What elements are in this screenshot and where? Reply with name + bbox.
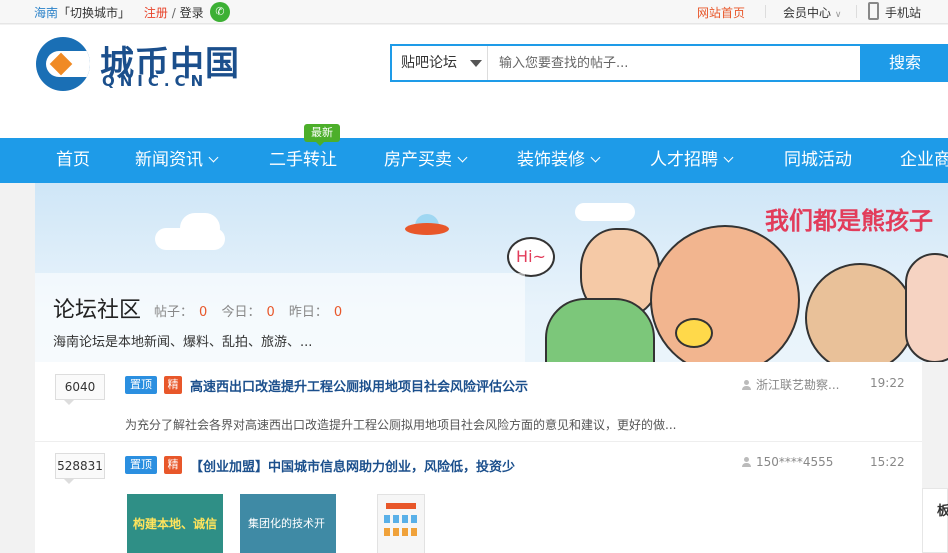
post-thumbnail[interactable]	[377, 494, 425, 553]
divider	[856, 5, 857, 18]
search-bar: 贴吧论坛 搜索	[390, 44, 948, 82]
reply-count: 528831	[55, 453, 105, 484]
featured-tag: 精	[164, 376, 182, 394]
nav-label: 二手转让	[269, 150, 337, 170]
mobile-site-link[interactable]: 手机站	[885, 4, 921, 21]
search-input[interactable]	[489, 46, 859, 80]
post-author[interactable]: 150****4555	[742, 455, 833, 469]
nav-item-business[interactable]: 企业商	[900, 138, 948, 183]
nav-label: 人才招聘	[650, 150, 718, 170]
cloud-decoration	[180, 213, 220, 243]
post-thumbnail[interactable]: 集团化的技术开	[240, 494, 336, 553]
featured-tag: 精	[164, 456, 182, 474]
top-bar: 海南「切换城市」 注册 / 登录 ✆ 网站首页 会员中心 ∨ 手机站	[0, 0, 948, 24]
divider	[765, 5, 766, 18]
post-list: 6040 置顶 精 高速西出口改造提升工程公厕拟用地项目社会风险评估公示 浙江联…	[35, 362, 922, 553]
top-bar-left: 海南「切换城市」 注册 / 登录	[34, 4, 204, 21]
chevron-down-icon	[457, 152, 468, 163]
register-link[interactable]: 注册	[144, 6, 168, 20]
side-panel: 板	[922, 488, 948, 553]
cartoon-character-bald	[650, 225, 800, 362]
member-center-label: 会员中心	[783, 6, 832, 20]
nav-item-news[interactable]: 新闻资讯	[135, 138, 219, 183]
thumbnail-caption: 集团化的技术开	[248, 517, 325, 530]
cartoon-character-girl	[905, 253, 948, 362]
user-icon	[742, 380, 751, 390]
nav-label: 新闻资讯	[135, 150, 203, 170]
nav-item-decoration[interactable]: 装饰装修	[517, 138, 601, 183]
post-author[interactable]: 浙江联艺勘察...	[742, 376, 839, 393]
forum-stats: 帖子： 0 今日： 0 昨日： 0	[154, 301, 352, 320]
thumbnail-graphic	[386, 503, 416, 509]
search-category-select[interactable]: 贴吧论坛	[392, 46, 488, 80]
post-time: 15:22	[870, 455, 905, 469]
posts-label: 帖子：	[154, 305, 194, 320]
duck-icon	[675, 318, 713, 348]
wechat-icon[interactable]: ✆	[210, 2, 230, 22]
post-author-name: 150****4555	[756, 455, 834, 469]
separator: /	[171, 6, 176, 20]
user-icon	[742, 457, 751, 467]
search-category-label: 贴吧论坛	[401, 55, 457, 71]
caret-down-icon	[470, 60, 482, 67]
nav-label: 企业商	[900, 150, 948, 170]
cartoon-bear	[805, 263, 915, 362]
reply-count: 6040	[55, 374, 105, 405]
banner-slogan: 我们都是熊孩子	[765, 207, 933, 235]
pinned-tag: 置顶	[125, 376, 157, 394]
today-label: 今日：	[221, 305, 261, 320]
list-item: 6040 置顶 精 高速西出口改造提升工程公厕拟用地项目社会风险评估公示 浙江联…	[35, 362, 922, 442]
side-panel-label: 板	[937, 504, 948, 519]
new-badge: 最新	[304, 124, 340, 146]
post-thumbnail[interactable]: 构建本地、诚信	[127, 494, 223, 553]
post-title-link[interactable]: 高速西出口改造提升工程公厕拟用地项目社会风险评估公示	[190, 376, 528, 395]
thumbnail-caption: 构建本地、诚信	[127, 512, 223, 536]
list-item: 528831 置顶 精 【创业加盟】中国城市信息网助力创业，风险低，投资少 15…	[35, 442, 922, 553]
hi-bubble: Hi~	[507, 237, 555, 277]
search-button[interactable]: 搜索	[860, 44, 948, 82]
post-summary[interactable]: 为充分了解社会各界对高速西出口改造提升工程公厕拟用地项目社会风险方面的意见和建议…	[125, 416, 676, 433]
post-author-name: 浙江联艺勘察...	[756, 378, 840, 392]
yesterday-label: 昨日：	[288, 305, 328, 320]
login-link[interactable]: 登录	[180, 6, 204, 20]
thumbnail-graphic	[384, 528, 418, 536]
post-title-link[interactable]: 【创业加盟】中国城市信息网助力创业，风险低，投资少	[190, 456, 515, 475]
posts-count: 0	[199, 305, 208, 320]
nav-label: 装饰装修	[517, 150, 585, 170]
nav-item-secondhand[interactable]: 二手转让	[269, 138, 337, 183]
chevron-down-icon: ∨	[834, 10, 842, 20]
nav-label: 房产买卖	[384, 150, 452, 170]
logo-icon[interactable]	[36, 37, 90, 91]
nav-item-events[interactable]: 同城活动	[784, 138, 852, 183]
cloud-decoration	[575, 203, 635, 221]
chevron-down-icon	[208, 152, 219, 163]
phone-icon	[868, 2, 879, 20]
forum-description: 海南论坛是本地新闻、爆料、乱拍、旅游、...	[53, 335, 313, 350]
logo-subtext: QNIC.CN	[102, 72, 209, 90]
member-center-menu[interactable]: 会员中心 ∨	[783, 4, 841, 21]
thumbnail-graphic	[384, 515, 418, 523]
nav-label: 同城活动	[784, 150, 852, 170]
chevron-down-icon	[723, 152, 734, 163]
nav-item-home[interactable]: 首页	[56, 138, 90, 183]
nav-label: 首页	[56, 150, 90, 170]
chevron-down-icon	[590, 152, 601, 163]
current-city[interactable]: 海南	[34, 6, 58, 20]
switch-city-link[interactable]: 「切换城市」	[58, 6, 130, 20]
nav-item-jobs[interactable]: 人才招聘	[650, 138, 734, 183]
forum-title: 论坛社区	[53, 298, 142, 323]
pinned-tag: 置顶	[125, 456, 157, 474]
nav-item-realestate[interactable]: 房产买卖	[384, 138, 468, 183]
yesterday-count: 0	[333, 305, 343, 320]
today-count: 0	[266, 305, 275, 320]
cartoon-character-shirt	[545, 298, 655, 362]
ufo-icon	[405, 223, 449, 235]
post-time: 19:22	[870, 376, 905, 390]
site-home-link[interactable]: 网站首页	[697, 4, 745, 21]
main-nav: 首页 新闻资讯 二手转让 房产买卖 装饰装修 人才招聘 同城活动 企业商	[0, 138, 948, 183]
